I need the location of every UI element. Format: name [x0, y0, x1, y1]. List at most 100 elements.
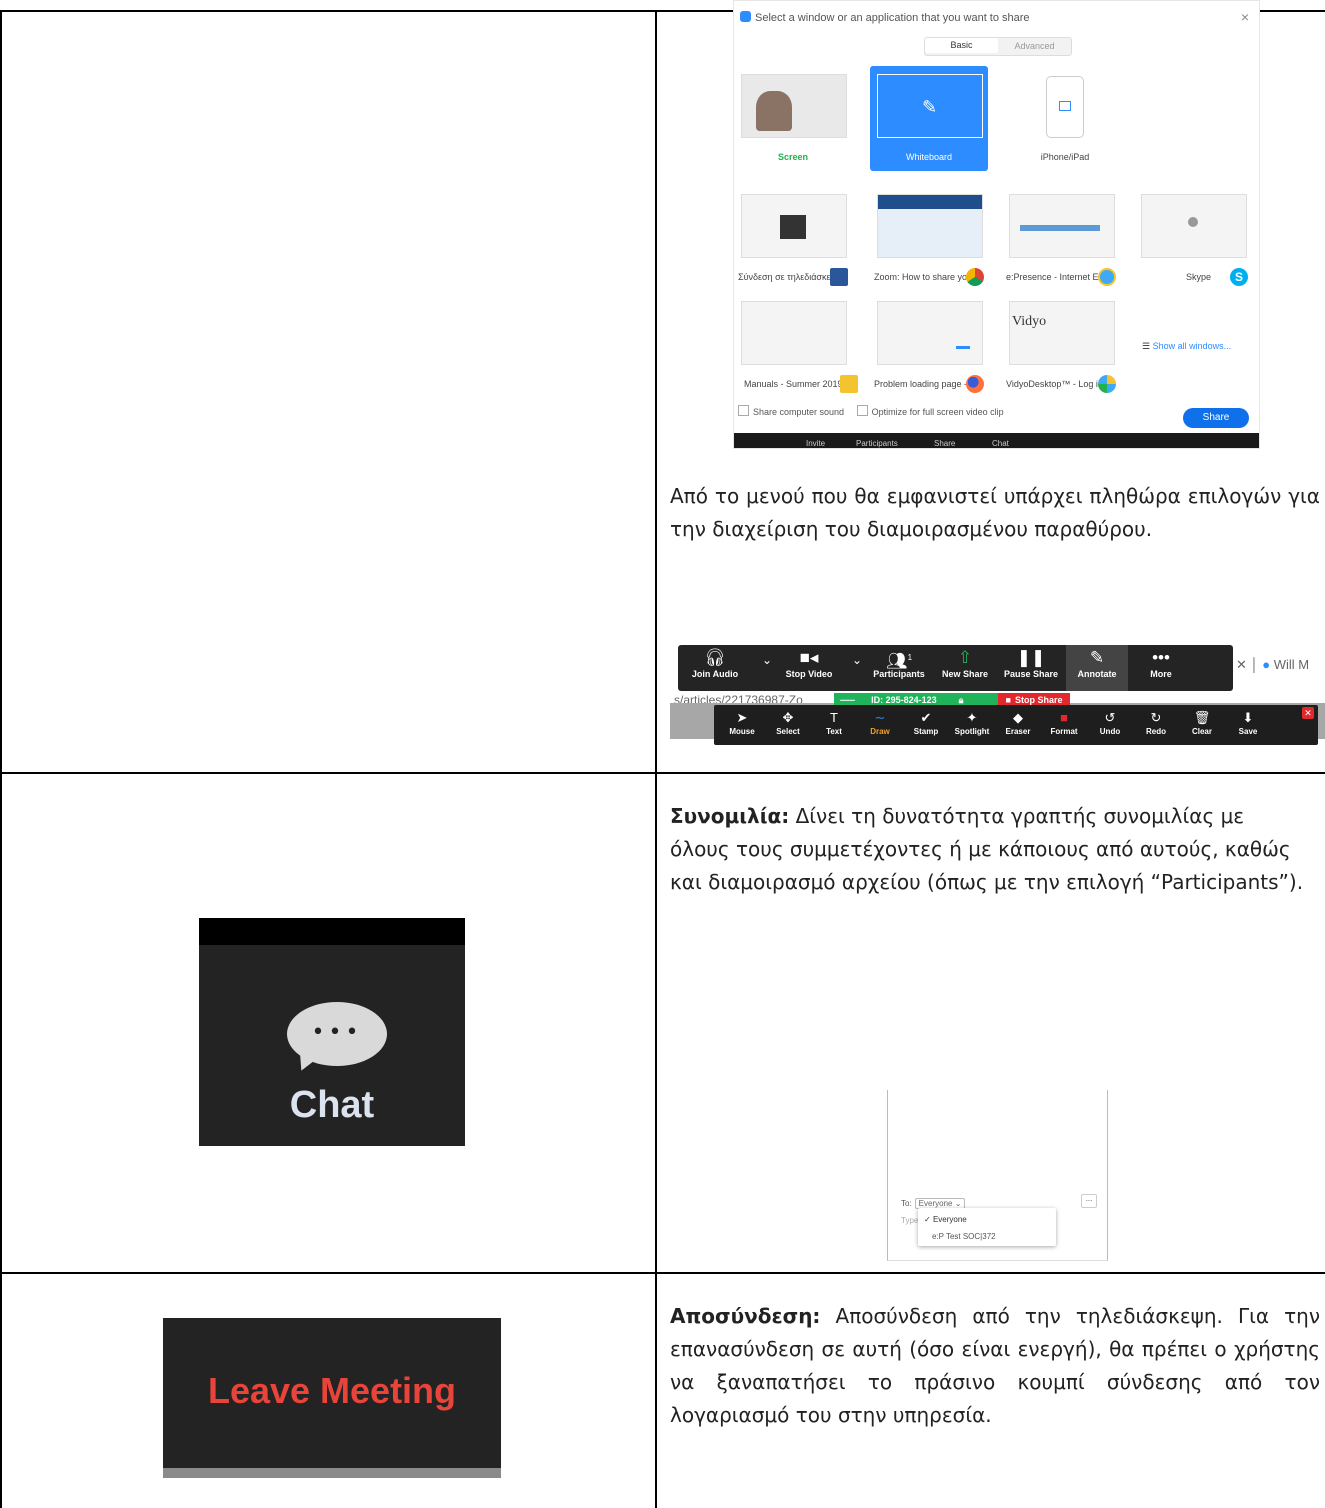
headphones-icon: 🎧︎ [704, 648, 726, 667]
stop-video-button[interactable]: ■◂ Stop Video [778, 645, 840, 691]
share-description: Από το μενού που θα εμφανιστεί υπάρχει π… [670, 484, 1320, 541]
window-preview [741, 194, 847, 258]
annotate-button[interactable]: ✎ Annotate [1066, 645, 1128, 691]
share-options: Share computer sound Optimize for full s… [734, 405, 1259, 429]
airplay-icon [1059, 101, 1071, 111]
zoom-tab-icon: ● [1262, 657, 1271, 672]
spotlight-icon: ✦ [966, 710, 978, 725]
pencil-icon: ✎ [1089, 648, 1105, 667]
select-tool[interactable]: ✥ Select [766, 707, 810, 745]
share-item-word[interactable]: Σύνδεση σε τηλεδιάσκεψ... [734, 186, 852, 291]
menu-item-participant[interactable]: e:P Test SOC|372 [932, 1232, 996, 1241]
format-tool[interactable]: ■ Format [1042, 707, 1086, 745]
more-icon: ••• [1152, 648, 1170, 667]
sharing-toolbar: 🎧︎ Join Audio ⌄ ■◂ Stop Video ⌄ 👥︎1 Partici… [678, 645, 1233, 691]
tab-basic[interactable]: Basic [925, 38, 998, 53]
share-sound-checkbox[interactable] [738, 405, 749, 416]
leave-meeting-button-image: Leave Meeting [163, 1318, 501, 1478]
share-item-skype[interactable]: Skype S [1134, 186, 1252, 291]
show-all-windows-link[interactable]: ☰ Show all windows... [1142, 341, 1231, 352]
zoom-logo-icon [740, 11, 751, 22]
browser-tab-fragment: ✕ │ ● Will M [1236, 657, 1310, 672]
screen-preview [741, 74, 847, 138]
redo-tool[interactable]: ↻ Redo [1134, 707, 1178, 745]
chevron-down-icon[interactable]: ⌄ [762, 653, 772, 667]
vidyo-logo: Vidyo [1012, 314, 1047, 329]
folder-icon [840, 375, 858, 393]
pause-share-button[interactable]: ❚❚ Pause Share [1000, 645, 1062, 691]
trash-icon: 🗑︎ [1193, 710, 1211, 725]
window-preview [1141, 194, 1247, 258]
table-column-divider [655, 10, 657, 1508]
optimize-checkbox[interactable] [856, 405, 868, 416]
vidyo-icon [1098, 375, 1116, 393]
leave-meeting-label: Leave Meeting [207, 1370, 457, 1411]
draw-tool[interactable]: ∼ Draw [858, 707, 902, 745]
pencil-icon: ✎ [922, 97, 938, 117]
close-icon[interactable]: × [1241, 9, 1249, 25]
recipient-menu: ✓ Everyone e:P Test SOC|372 [918, 1208, 1056, 1246]
undo-icon: ↺ [1104, 710, 1116, 725]
spotlight-tool[interactable]: ✦ Spotlight [950, 707, 994, 745]
cursor-icon: ➤ [736, 710, 748, 725]
eraser-icon: ◆ [1013, 710, 1023, 725]
whiteboard-preview: ✎ [877, 74, 983, 138]
signal-icon: ⸺ [840, 695, 856, 705]
color-square-icon: ■ [1060, 710, 1068, 725]
table-border-left [0, 10, 2, 1508]
more-options-button[interactable]: ... [1081, 1194, 1097, 1208]
text-icon: T [830, 710, 838, 725]
stop-icon: ■ [1005, 695, 1011, 705]
participants-icon: 👥︎1 [885, 651, 913, 671]
chevron-down-icon[interactable]: ⌄ [852, 653, 862, 667]
mouse-tool[interactable]: ➤ Mouse [720, 707, 764, 745]
leave-title: Αποσύνδεση: [670, 1304, 821, 1328]
share-item-folder[interactable]: Manuals - Summer 2019 [734, 293, 858, 398]
share-item-iphone[interactable]: iPhone/iPad [1006, 66, 1124, 171]
chat-title: Συνομιλία: [670, 804, 790, 828]
share-item-vidyo[interactable]: Vidyo VidyoDesktop™ - Log in [1002, 293, 1120, 398]
share-item-firefox[interactable]: Problem loading page - ... [870, 293, 988, 398]
share-item-chrome[interactable]: Zoom: How to share you... [870, 186, 988, 291]
clear-tool[interactable]: 🗑︎ Clear [1180, 707, 1224, 745]
move-icon: ✥ [782, 710, 794, 725]
tab-advanced[interactable]: Advanced [998, 41, 1071, 51]
share-item-label: Manuals - Summer 2019 [744, 379, 843, 389]
share-item-whiteboard[interactable]: ✎ Whiteboard [870, 66, 988, 171]
table-row-divider-1 [0, 772, 1325, 774]
share-item-screen[interactable]: Screen [734, 66, 852, 171]
more-button[interactable]: ••• More [1130, 645, 1192, 691]
table-row-divider-2 [0, 1272, 1325, 1274]
lock-icon: 🔒︎ [958, 695, 964, 705]
undo-tool[interactable]: ↺ Undo [1088, 707, 1132, 745]
menu-item-everyone[interactable]: ✓ Everyone [924, 1215, 967, 1224]
stamp-tool[interactable]: ✔ Stamp [904, 707, 948, 745]
eraser-tool[interactable]: ◆ Eraser [996, 707, 1040, 745]
redo-icon: ↻ [1150, 710, 1162, 725]
dialog-title: Select a window or an application that y… [755, 12, 1030, 24]
window-preview: Vidyo [1009, 301, 1115, 365]
chrome-icon [966, 268, 984, 286]
share-item-label: Screen [777, 152, 809, 162]
sharing-toolbar-screenshot: 🎧︎ Join Audio ⌄ ■◂ Stop Video ⌄ 👥︎1 Partici… [670, 645, 1325, 745]
join-audio-button[interactable]: 🎧︎ Join Audio [684, 645, 746, 691]
list-icon: ☰ [1142, 341, 1153, 351]
share-button[interactable]: Share [1183, 408, 1249, 428]
new-share-button[interactable]: ⇧ New Share [934, 645, 996, 691]
camera-icon: ■◂ [799, 648, 819, 667]
close-annotation-icon[interactable]: ✕ [1302, 707, 1314, 719]
share-item-ie[interactable]: e:Presence - Internet Exp... [1002, 186, 1120, 291]
share-item-label: iPhone/iPad [1040, 152, 1090, 162]
meeting-bottom-bar: Invite Participants Share Chat [734, 433, 1259, 448]
text-tool[interactable]: T Text [812, 707, 856, 745]
document-table: Select a window or an application that y… [0, 0, 1325, 1508]
save-tool[interactable]: ⬇ Save [1226, 707, 1270, 745]
share-window-dialog: Select a window or an application that y… [733, 0, 1260, 449]
participants-button[interactable]: 👥︎1 Participants [868, 645, 930, 691]
share-tabs: Basic Advanced [924, 37, 1072, 56]
chat-description: Συνομιλία: Δίνει τη δυνατότητα γραπτής σ… [670, 804, 1304, 894]
annotation-toolbar: ➤ Mouse ✥ Select T Text ∼ Draw ✔ Stamp ✦ Spotl… [714, 705, 1318, 745]
window-preview [741, 301, 847, 365]
message-input[interactable]: Type [901, 1216, 918, 1225]
save-icon: ⬇ [1242, 710, 1254, 725]
